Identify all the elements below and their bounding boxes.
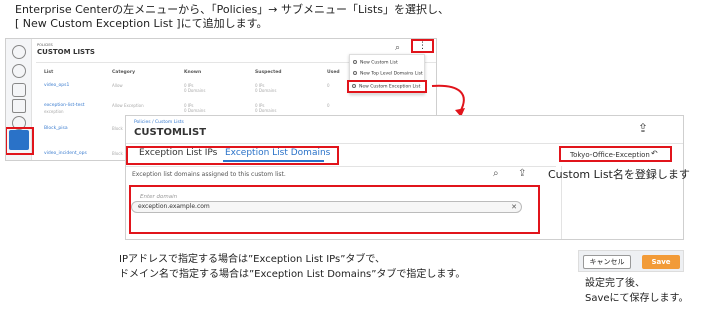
divider [126,143,683,144]
cancel-button[interactable]: キャンセル [583,255,631,269]
note-save-2: Saveにて保存します。 [585,293,689,304]
row-list-name[interactable]: video_ops1 [44,83,69,88]
devices-icon[interactable] [12,99,26,113]
tab-exception-domains[interactable]: Exception List Domains [225,148,330,158]
menu-new-custom-exception-list[interactable]: New Custom Exception List [347,80,427,93]
menu-new-tld-list[interactable]: New Top Level Domains List [353,71,423,77]
menu-label: New Custom List [360,60,398,66]
instruction-line-1: Enterprise Centerの左メニューから、「Policies」→ サブ… [15,3,449,16]
divider [126,166,556,167]
tab-exception-ips[interactable]: Exception List IPs [139,148,217,158]
row-list-name[interactable]: exception-list-test [44,103,85,108]
menu-new-custom-list[interactable]: New Custom List [353,60,398,66]
reports-icon[interactable] [12,83,26,97]
note-custom-name: Custom List名を登録します [548,168,690,181]
row-category: Allow [112,83,123,88]
instruction-line-2: [ New Custom Exception List ]にて追加します。 [15,17,268,30]
note-tabs-1: IPアドレスで指定する場合は”Exception List IPs”タブで、 [119,254,386,265]
breadcrumb[interactable]: Policies / Custom Lists [134,120,184,125]
menu-label: New Top Level Domains List [360,71,423,77]
col-list: List [44,70,54,75]
save-button[interactable]: Save [642,255,680,269]
page-title: CUSTOMLIST [134,127,207,138]
arrow-icon [431,84,465,117]
search-icon[interactable]: ⌕ [395,43,400,53]
row-list-sub: exception [44,109,64,114]
col-used: Used [327,70,340,75]
dashboard-icon[interactable] [12,45,26,59]
page-title: CUSTOM LISTS [37,48,95,56]
undo-icon[interactable]: ↶ [651,149,658,158]
breadcrumb: POLICIES [37,43,53,47]
col-category: Category [112,70,136,75]
domain-box-highlight [129,185,540,234]
note-save-1: 設定完了後、 [585,278,645,289]
menu-label: New Custom Exception List [359,84,421,90]
row-category: Block [112,126,123,131]
export-icon[interactable]: ⇪ [638,121,648,135]
row-used: 0 [327,103,330,108]
more-menu-button[interactable]: ⋮ [411,39,434,53]
col-known: Known [184,70,202,75]
col-suspected: Suspected [255,70,282,75]
list-name-value: Tokyo-Office-Exception [570,151,650,159]
export-icon[interactable]: ⇪ [518,168,526,179]
search-icon[interactable]: ⌕ [493,168,499,179]
row-list-name[interactable]: video_incident_ops [44,151,87,156]
description: Exception list domains assigned to this … [132,171,286,178]
active-tab-indicator [223,160,324,162]
row-suspected: 0 IPs 0 Domains [255,83,277,93]
list-name-field[interactable]: Tokyo-Office-Exception ↶ [559,146,672,162]
row-category: Allow Exception [112,103,144,108]
row-list-name[interactable]: Block_pisa [44,126,68,131]
row-suspected: 0 IPs 0 Domains [255,103,277,113]
row-category: Block [112,151,123,156]
row-known: 0 IPs 0 Domains [184,103,206,113]
row-known: 0 IPs 0 Domains [184,83,206,93]
monitor-icon[interactable] [12,64,26,78]
note-tabs-2: ドメイン名で指定する場合は”Exception List Domains”タブで… [119,269,466,280]
row-used: 0 [327,83,330,88]
policies-highlight [6,127,34,155]
